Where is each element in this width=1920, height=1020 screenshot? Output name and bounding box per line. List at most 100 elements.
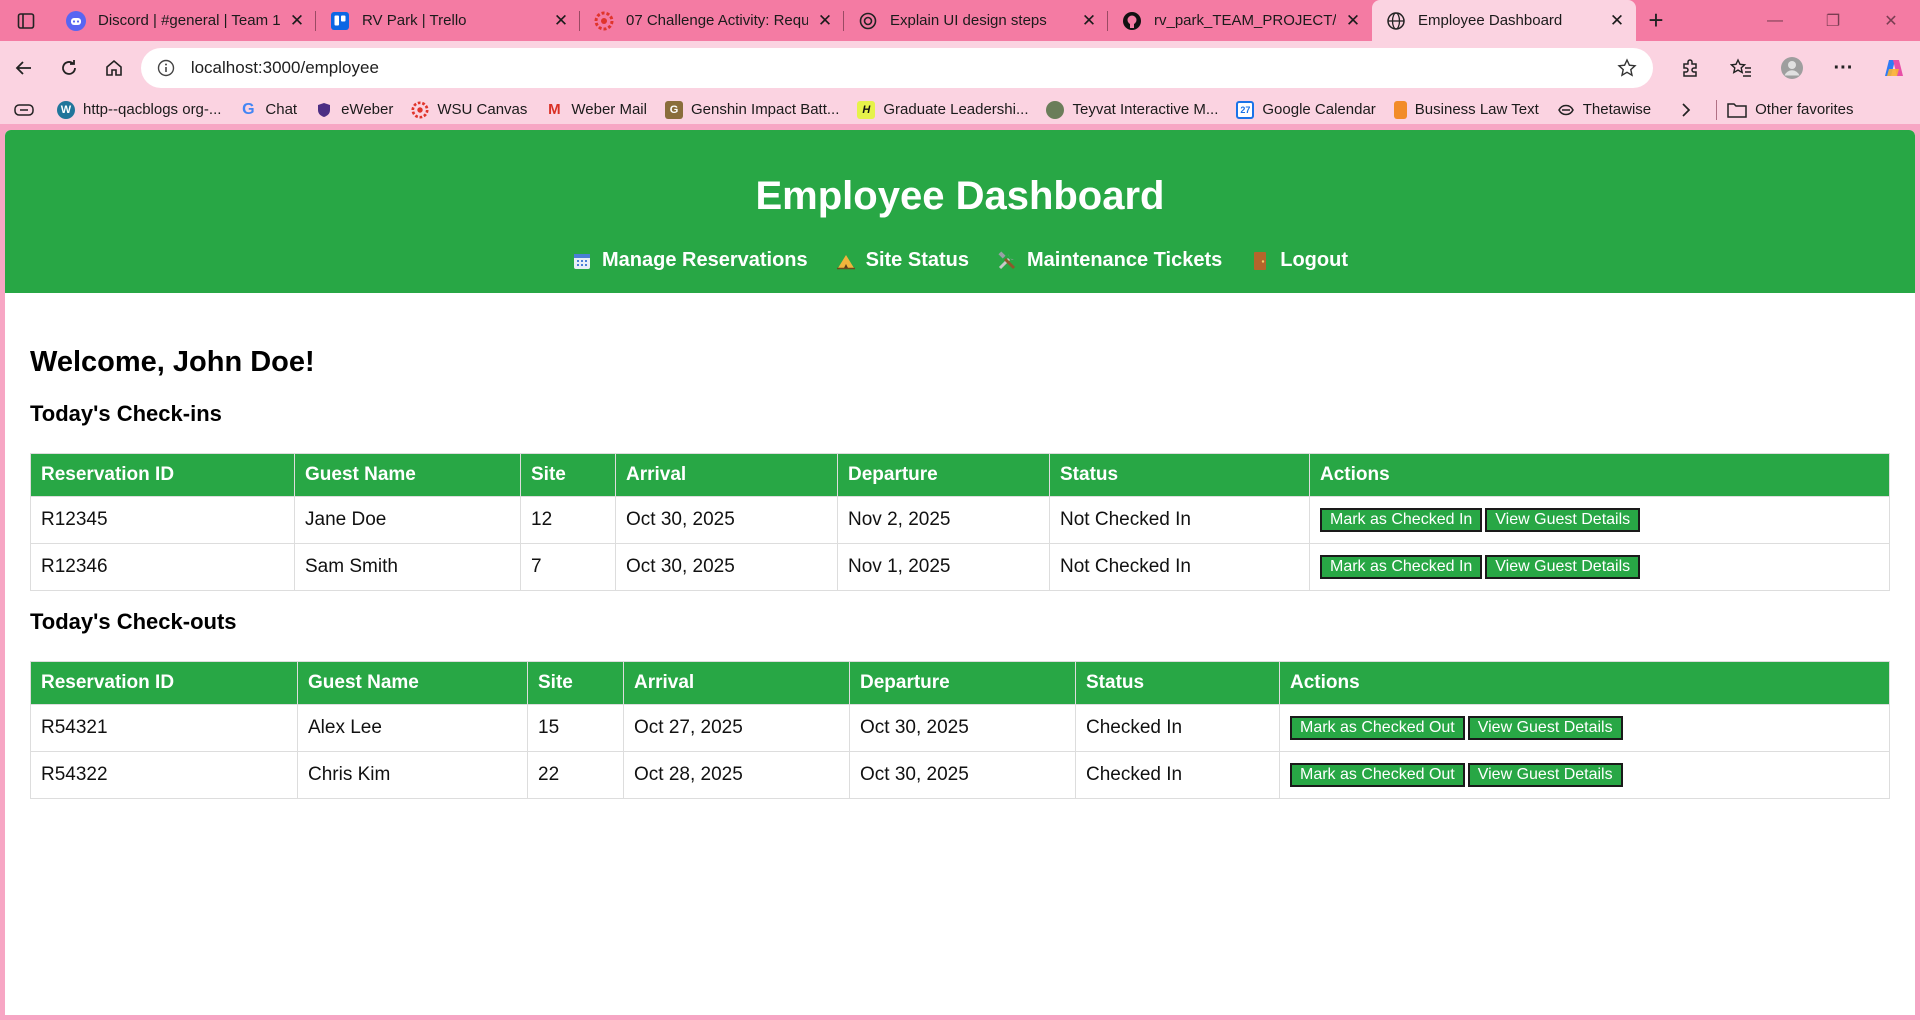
column-header: Departure	[837, 453, 1050, 497]
table-row: R12345 Jane Doe 12 Oct 30, 2025 Nov 2, 2…	[30, 496, 1890, 544]
tab-title: Discord | #general | Team 1_	[98, 12, 280, 29]
close-icon[interactable]: ✕	[1608, 11, 1626, 31]
bookmark-wsu-canvas[interactable]: WSU Canvas	[402, 100, 536, 119]
favorites-icon	[1730, 58, 1752, 77]
checkouts-table: Reservation ID Guest Name Site Arrival D…	[30, 661, 1890, 799]
chevron-right-icon[interactable]	[1666, 102, 1706, 118]
home-button[interactable]	[91, 46, 136, 90]
new-tab-button[interactable]: +	[1636, 0, 1676, 41]
column-header: Site	[527, 661, 624, 705]
back-arrow-icon	[16, 61, 32, 75]
nav-manage-reservations[interactable]: Manage Reservations	[572, 249, 808, 272]
bookmark-label: http--qacblogs org-...	[83, 101, 222, 118]
table-row: R54322 Chris Kim 22 Oct 28, 2025 Oct 30,…	[30, 751, 1890, 799]
tab-title: rv_park_TEAM_PROJECT/serv	[1154, 12, 1336, 29]
guest-name: Alex Lee	[297, 704, 528, 752]
view-guest-details-button[interactable]: View Guest Details	[1485, 555, 1641, 579]
bookmark-business-law[interactable]: Business Law Text	[1385, 100, 1548, 119]
guest-name: Chris Kim	[297, 751, 528, 799]
genshin-icon: G	[664, 100, 683, 119]
column-header: Guest Name	[294, 453, 521, 497]
welcome-heading: Welcome, John Doe!	[30, 346, 315, 378]
avatar	[1781, 57, 1804, 79]
github-icon	[1122, 11, 1142, 31]
checkins-heading: Today's Check-ins	[30, 401, 222, 426]
minimize-button[interactable]: —	[1746, 0, 1804, 41]
bookmark-genshin[interactable]: G Genshin Impact Batt...	[656, 100, 848, 119]
toolbar-actions: ···	[1665, 46, 1920, 90]
camping-icon	[836, 251, 856, 271]
arrival-date: Oct 30, 2025	[615, 496, 838, 544]
bookmark-eweber[interactable]: eWeber	[306, 101, 402, 119]
copilot-button[interactable]	[1869, 46, 1920, 90]
tab-title: Employee Dashboard	[1418, 12, 1563, 29]
window-controls: — ❐ ✕	[1746, 0, 1920, 41]
tab-canvas[interactable]: 07 Challenge Activity: Requir ✕	[580, 0, 844, 41]
close-window-button[interactable]: ✕	[1862, 0, 1920, 41]
nav-maintenance-tickets[interactable]: Maintenance Tickets	[997, 249, 1222, 272]
close-icon[interactable]: ✕	[816, 11, 834, 31]
restore-button[interactable]: ❐	[1804, 0, 1862, 41]
view-guest-details-button[interactable]: View Guest Details	[1467, 716, 1623, 740]
bookmark-weber-mail[interactable]: M Weber Mail	[536, 101, 656, 119]
tab-github[interactable]: rv_park_TEAM_PROJECT/serv ✕	[1108, 0, 1372, 41]
address-bar[interactable]: localhost:3000/employee	[140, 48, 1653, 88]
url-text[interactable]: localhost:3000/employee	[191, 58, 1615, 78]
bookmark-label: Genshin Impact Batt...	[690, 101, 840, 118]
page-title: Employee Dashboard	[755, 174, 1165, 218]
back-button[interactable]	[2, 46, 47, 90]
tab-chatgpt[interactable]: Explain UI design steps ✕	[844, 0, 1108, 41]
tab-trello[interactable]: RV Park | Trello ✕	[316, 0, 580, 41]
column-header: Actions	[1309, 453, 1890, 497]
tools-icon	[997, 250, 1017, 271]
tab-employee-dashboard[interactable]: Employee Dashboard ✕	[1372, 0, 1636, 41]
departure-date: Nov 1, 2025	[837, 543, 1050, 591]
bookmark-graduate-leadership[interactable]: H Graduate Leadershi...	[848, 100, 1037, 119]
reading-view-icon[interactable]	[0, 103, 48, 117]
bookmark-google-calendar[interactable]: 27 Google Calendar	[1227, 100, 1384, 119]
refresh-button[interactable]	[47, 46, 92, 90]
close-icon[interactable]: ✕	[1080, 11, 1098, 31]
site-info-icon[interactable]	[155, 57, 177, 79]
home-icon	[105, 59, 122, 76]
departure-date: Nov 2, 2025	[837, 496, 1050, 544]
close-icon[interactable]: ✕	[288, 11, 306, 31]
bookmark-label: Google Calendar	[1262, 101, 1376, 118]
bookmark-chat[interactable]: G Chat	[230, 101, 306, 119]
plus-icon: +	[1648, 5, 1664, 35]
mark-checked-out-button[interactable]: Mark as Checked Out	[1290, 716, 1465, 740]
tab-actions-button[interactable]	[0, 0, 52, 41]
bookmark-label: Business Law Text	[1414, 101, 1539, 118]
view-guest-details-button[interactable]: View Guest Details	[1485, 508, 1641, 532]
google-icon: G	[242, 100, 255, 118]
bookmark-qacblogs[interactable]: Whttp--qacblogs org-...	[48, 100, 230, 119]
copilot-icon	[1885, 60, 1904, 76]
nav-site-status[interactable]: Site Status	[836, 249, 969, 272]
other-favorites[interactable]: Other favorites	[1727, 101, 1854, 118]
reservation-id: R12346	[30, 543, 295, 591]
close-icon[interactable]: ✕	[552, 11, 570, 31]
reservation-id: R54322	[30, 751, 298, 799]
column-header: Guest Name	[297, 661, 528, 705]
mark-checked-in-button[interactable]: Mark as Checked In	[1320, 555, 1483, 579]
site-number: 12	[520, 496, 616, 544]
favorite-star-icon[interactable]	[1615, 56, 1639, 80]
bookmark-teyvat-map[interactable]: Teyvat Interactive M...	[1037, 100, 1227, 119]
bookmark-thetawise[interactable]: Thetawise	[1548, 101, 1660, 119]
profile-button[interactable]	[1767, 46, 1818, 90]
checkins-table: Reservation ID Guest Name Site Arrival D…	[30, 453, 1890, 591]
more-menu-button[interactable]: ···	[1818, 46, 1869, 90]
close-icon[interactable]: ✕	[1344, 11, 1362, 31]
extensions-button[interactable]	[1665, 46, 1716, 90]
favorites-button[interactable]	[1716, 46, 1767, 90]
tab-discord[interactable]: Discord | #general | Team 1_ ✕	[52, 0, 316, 41]
nav-logout[interactable]: Logout	[1250, 249, 1348, 272]
arrival-date: Oct 28, 2025	[623, 751, 850, 799]
tab-actions-icon	[17, 12, 35, 29]
ellipsis-icon: ···	[1833, 56, 1854, 79]
bookmarks-divider	[1716, 99, 1718, 120]
view-guest-details-button[interactable]: View Guest Details	[1467, 763, 1623, 787]
mark-checked-out-button[interactable]: Mark as Checked Out	[1290, 763, 1465, 787]
mark-checked-in-button[interactable]: Mark as Checked In	[1320, 508, 1483, 532]
main-nav: Manage Reservations Site Status Maintena…	[5, 230, 1915, 272]
